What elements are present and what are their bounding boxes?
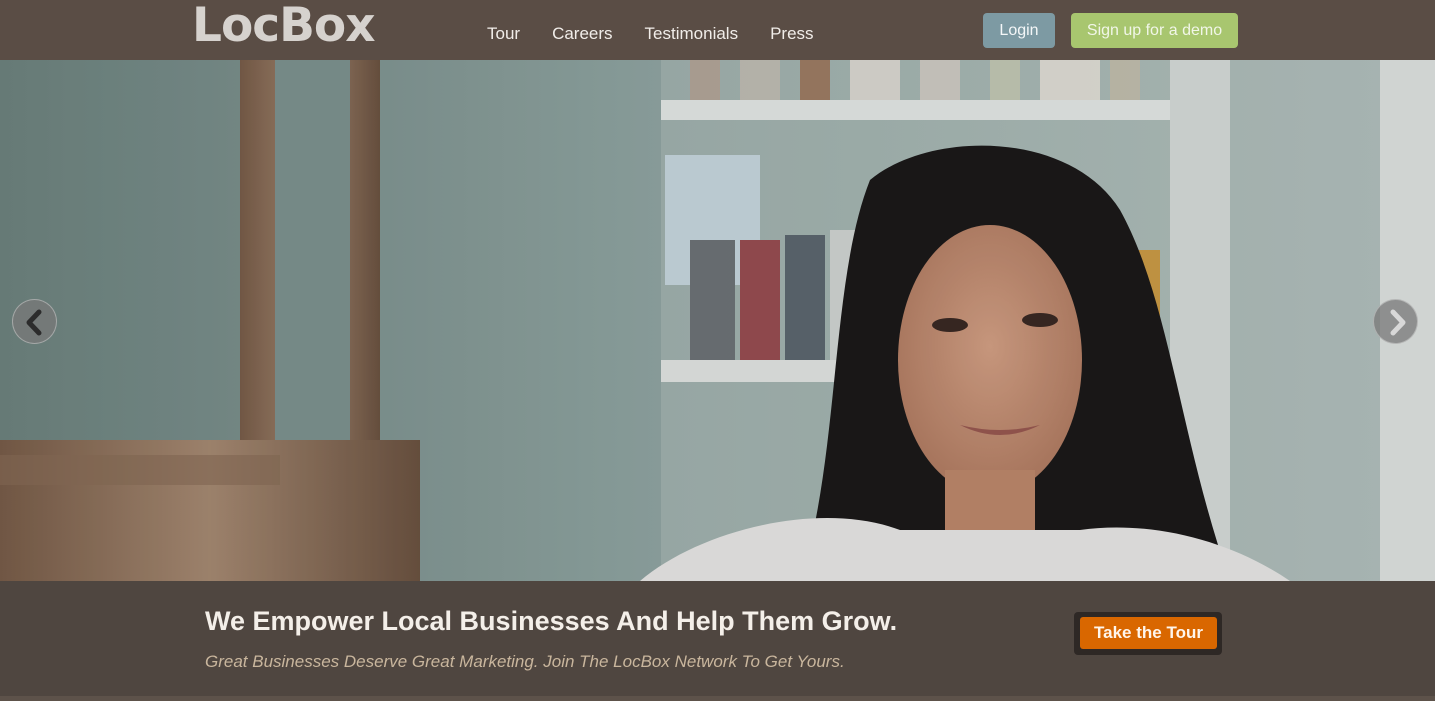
nav-tour[interactable]: Tour: [487, 22, 520, 46]
locbox-logo[interactable]: LocBox: [192, 0, 376, 52]
main-nav: Tour Careers Testimonials Press: [487, 22, 846, 46]
chevron-left-icon: [26, 309, 42, 336]
nav-careers[interactable]: Careers: [552, 22, 612, 46]
bottom-divider: [0, 696, 1435, 701]
chevron-right-icon: [1390, 309, 1406, 336]
carousel-next-button[interactable]: [1373, 299, 1418, 344]
nav-testimonials[interactable]: Testimonials: [645, 22, 739, 46]
hero-photo: [0, 60, 1435, 581]
carousel-prev-button[interactable]: [12, 299, 57, 344]
hero-carousel-image: [0, 60, 1435, 581]
demo-signup-button[interactable]: Sign up for a demo: [1071, 13, 1238, 48]
login-button[interactable]: Login: [983, 13, 1055, 48]
hero-subline: Great Businesses Deserve Great Marketing…: [205, 652, 845, 671]
take-tour-button[interactable]: Take the Tour: [1080, 617, 1217, 649]
hero-headline: We Empower Local Businesses And Help The…: [205, 606, 898, 636]
take-tour-wrapper: Take the Tour: [1074, 612, 1222, 655]
top-navigation-bar: LocBox Tour Careers Testimonials Press L…: [0, 0, 1435, 60]
nav-press[interactable]: Press: [770, 22, 813, 46]
